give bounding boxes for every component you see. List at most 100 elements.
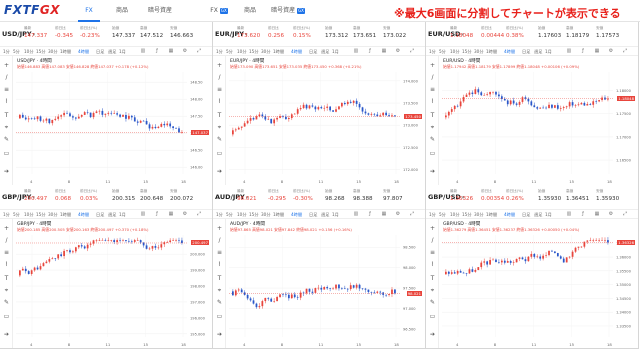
timeframe-日足[interactable]: 日足 — [309, 212, 317, 218]
timeframe-10分[interactable]: 10分 — [24, 212, 34, 218]
timeframe-1分[interactable]: 1分 — [3, 49, 10, 55]
timeframe-週足[interactable]: 週足 — [534, 49, 542, 55]
settings-icon[interactable]: ⚙ — [608, 48, 614, 54]
arrow-icon[interactable]: ➔ — [3, 331, 10, 338]
timeframe-1月[interactable]: 1月 — [332, 212, 339, 218]
layout-icon[interactable]: ▦ — [381, 211, 387, 217]
timeframe-1月[interactable]: 1月 — [545, 49, 552, 55]
timeframe-1分[interactable]: 1分 — [429, 49, 436, 55]
timeframe-5分[interactable]: 5分 — [13, 49, 20, 55]
fib-icon[interactable]: ≡ — [429, 86, 436, 93]
crosshair-icon[interactable]: + — [3, 225, 10, 232]
timeframe-1時間[interactable]: 1時間 — [273, 212, 284, 218]
fullscreen-icon[interactable]: ⤢ — [196, 48, 202, 54]
timeframe-週足[interactable]: 週足 — [321, 49, 329, 55]
timeframe-30分[interactable]: 30分 — [261, 212, 271, 218]
nav-tab-5[interactable]: 暗号資産 GX — [268, 0, 308, 22]
timeframe-日足[interactable]: 日足 — [522, 212, 530, 218]
fib-icon[interactable]: ≡ — [216, 86, 223, 93]
chart-area[interactable]: + / ≡ ⌇ T ⌖ ✎ ▭ ➔ 98.500 98.000 97.500 97.000 96.500 4… — [213, 219, 425, 348]
layout-icon[interactable]: ▦ — [168, 211, 174, 217]
fullscreen-icon[interactable]: ⤢ — [622, 211, 628, 217]
timeframe-1分[interactable]: 1分 — [216, 212, 223, 218]
chart-type-icon[interactable]: ▥ — [566, 211, 572, 217]
pattern-icon[interactable]: ⌇ — [3, 98, 10, 105]
timeframe-30分[interactable]: 30分 — [48, 49, 58, 55]
timeframe-日足[interactable]: 日足 — [96, 212, 104, 218]
measure-icon[interactable]: ⌖ — [3, 124, 10, 131]
timeframe-15分[interactable]: 15分 — [462, 49, 472, 55]
timeframe-10分[interactable]: 10分 — [450, 212, 460, 218]
timeframe-5分[interactable]: 5分 — [226, 212, 233, 218]
pattern-icon[interactable]: ⌇ — [216, 261, 223, 268]
timeframe-10分[interactable]: 10分 — [24, 49, 34, 55]
text-icon[interactable]: T — [216, 112, 223, 119]
indicator-icon[interactable]: ƒ — [154, 48, 160, 54]
trendline-icon[interactable]: / — [3, 74, 10, 81]
settings-icon[interactable]: ⚙ — [608, 211, 614, 217]
chart-area[interactable]: + / ≡ ⌇ T ⌖ ✎ ▭ ➔ 174.000 173.500 173.000 172.500 172… — [213, 56, 425, 185]
timeframe-1月[interactable]: 1月 — [332, 49, 339, 55]
text-icon[interactable]: T — [3, 112, 10, 119]
timeframe-5分[interactable]: 5分 — [226, 49, 233, 55]
timeframe-週足[interactable]: 週足 — [534, 212, 542, 218]
trendline-icon[interactable]: / — [3, 237, 10, 244]
nav-tab-0[interactable]: FX — [78, 0, 100, 22]
timeframe-4時間[interactable]: 4時間 — [78, 49, 89, 55]
crosshair-icon[interactable]: + — [216, 62, 223, 69]
timeframe-15分[interactable]: 15分 — [249, 49, 259, 55]
text-icon[interactable]: T — [216, 275, 223, 282]
chart-type-icon[interactable]: ▥ — [566, 48, 572, 54]
timeframe-1時間[interactable]: 1時間 — [486, 49, 497, 55]
indicator-icon[interactable]: ƒ — [367, 48, 373, 54]
brush-icon[interactable]: ✎ — [216, 136, 223, 143]
trendline-icon[interactable]: / — [429, 237, 436, 244]
text-icon[interactable]: T — [429, 112, 436, 119]
layout-icon[interactable]: ▦ — [168, 48, 174, 54]
measure-icon[interactable]: ⌖ — [429, 124, 436, 131]
arrow-icon[interactable]: ➔ — [429, 331, 436, 338]
indicator-icon[interactable]: ƒ — [580, 48, 586, 54]
text-icon[interactable]: T — [429, 275, 436, 282]
timeframe-1分[interactable]: 1分 — [429, 212, 436, 218]
brush-icon[interactable]: ✎ — [3, 299, 10, 306]
timeframe-1月[interactable]: 1月 — [119, 212, 126, 218]
layout-icon[interactable]: ▦ — [594, 211, 600, 217]
crosshair-icon[interactable]: + — [429, 62, 436, 69]
timeframe-1月[interactable]: 1月 — [119, 49, 126, 55]
timeframe-1月[interactable]: 1月 — [545, 212, 552, 218]
crosshair-icon[interactable]: + — [429, 225, 436, 232]
timeframe-30分[interactable]: 30分 — [261, 49, 271, 55]
brush-icon[interactable]: ✎ — [3, 136, 10, 143]
settings-icon[interactable]: ⚙ — [182, 48, 188, 54]
settings-icon[interactable]: ⚙ — [395, 48, 401, 54]
timeframe-1時間[interactable]: 1時間 — [60, 49, 71, 55]
fullscreen-icon[interactable]: ⤢ — [409, 48, 415, 54]
timeframe-10分[interactable]: 10分 — [237, 49, 247, 55]
timeframe-4時間[interactable]: 4時間 — [504, 49, 515, 55]
timeframe-5分[interactable]: 5分 — [439, 49, 446, 55]
chart-area[interactable]: + / ≡ ⌇ T ⌖ ✎ ▭ ➔ 200.000 199.000 198.000 197.000 196… — [0, 219, 212, 348]
shape-icon[interactable]: ▭ — [429, 150, 436, 157]
timeframe-30分[interactable]: 30分 — [48, 212, 58, 218]
timeframe-1時間[interactable]: 1時間 — [273, 49, 284, 55]
timeframe-4時間[interactable]: 4時間 — [291, 212, 302, 218]
chart-area[interactable]: +/≡⌇T⌖✎▭➔148.50148.00147.50147.00146.501… — [0, 56, 212, 185]
timeframe-1時間[interactable]: 1時間 — [60, 212, 71, 218]
chart-type-icon[interactable]: ▥ — [353, 211, 359, 217]
timeframe-5分[interactable]: 5分 — [439, 212, 446, 218]
trendline-icon[interactable]: / — [216, 237, 223, 244]
fullscreen-icon[interactable]: ⤢ — [409, 211, 415, 217]
timeframe-日足[interactable]: 日足 — [522, 49, 530, 55]
chart-area[interactable]: +/≡⌇T⌖✎▭➔1.365001.360001.355001.350001.3… — [426, 219, 638, 348]
indicator-icon[interactable]: ƒ — [154, 211, 160, 217]
chart-type-icon[interactable]: ▥ — [140, 48, 146, 54]
crosshair-icon[interactable]: + — [216, 225, 223, 232]
pattern-icon[interactable]: ⌇ — [429, 261, 436, 268]
fullscreen-icon[interactable]: ⤢ — [622, 48, 628, 54]
indicator-icon[interactable]: ƒ — [580, 211, 586, 217]
timeframe-10分[interactable]: 10分 — [237, 212, 247, 218]
timeframe-週足[interactable]: 週足 — [321, 212, 329, 218]
timeframe-1分[interactable]: 1分 — [3, 212, 10, 218]
timeframe-日足[interactable]: 日足 — [309, 49, 317, 55]
